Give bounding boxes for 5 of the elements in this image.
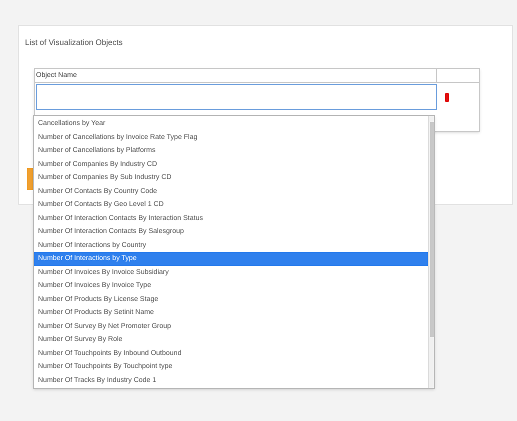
object-name-field[interactable] xyxy=(36,84,437,110)
scrollbar[interactable] xyxy=(428,116,434,388)
required-marker-icon xyxy=(445,92,449,102)
panel-title: List of Visualization Objects xyxy=(25,38,124,48)
button-edge xyxy=(27,168,33,190)
